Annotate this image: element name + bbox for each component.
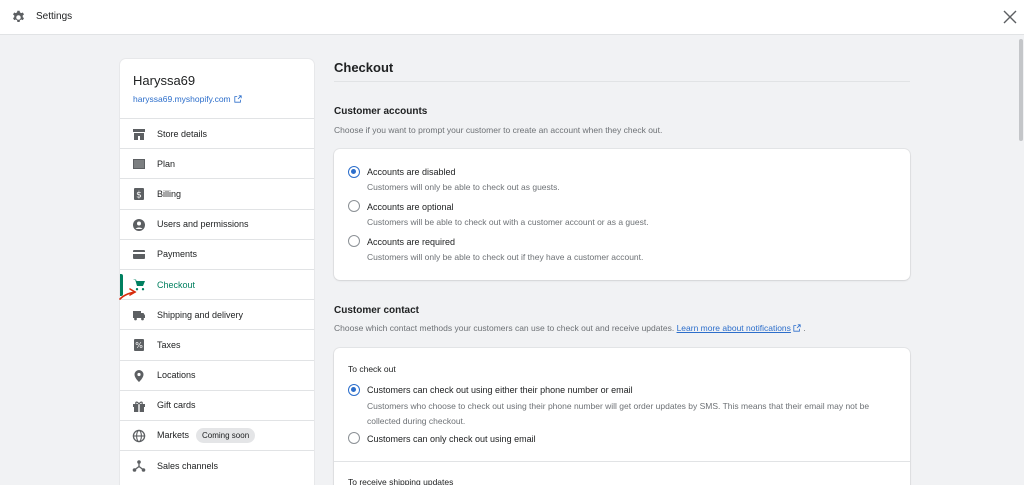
page-title: Checkout — [334, 60, 394, 75]
sidebar-item-label: Billing — [157, 188, 182, 199]
settings-nav: Store details Plan $ Billing Users and p… — [120, 118, 314, 480]
checkout-main: Checkout Customer accounts Choose if you… — [334, 35, 910, 485]
sidebar-item-label: Shipping and delivery — [157, 309, 244, 320]
radio-accounts-disabled[interactable] — [348, 166, 360, 178]
option-help: Customers will only be able to check out… — [367, 252, 644, 262]
sidebar-item-checkout[interactable]: Checkout — [120, 268, 314, 299]
title-divider — [334, 81, 910, 82]
sidebar-item-label: Gift cards — [157, 400, 196, 411]
location-icon — [134, 369, 144, 382]
payments-icon — [133, 249, 145, 259]
option-label: Accounts are optional — [367, 202, 454, 212]
option-help: Customers will only be able to check out… — [367, 182, 560, 192]
radio-accounts-required[interactable] — [348, 235, 360, 247]
sidebar-item-shipping[interactable]: Shipping and delivery — [120, 299, 314, 329]
customer-contact-card: To check out Customers can check out usi… — [334, 348, 910, 485]
sidebar-item-sales-channels[interactable]: Sales channels — [120, 450, 314, 480]
store-url-text: haryssa69.myshopify.com — [133, 94, 231, 104]
svg-text:$: $ — [136, 191, 142, 201]
radio-phone-or-email[interactable] — [348, 384, 360, 396]
user-icon — [133, 218, 145, 231]
gear-icon — [13, 10, 24, 22]
sidebar-item-gift-cards[interactable]: Gift cards — [120, 389, 314, 420]
page-scrollbar[interactable] — [1017, 35, 1024, 485]
billing-icon: $ — [134, 188, 144, 201]
sidebar-item-label: Sales channels — [157, 460, 219, 471]
sidebar-item-store-details[interactable]: Store details — [120, 118, 314, 148]
customer-contact-heading: Customer contact — [334, 305, 420, 316]
sidebar-item-label: Payments — [157, 249, 198, 260]
sidebar-item-locations[interactable]: Locations — [120, 359, 314, 390]
sidebar-item-markets[interactable]: Markets Coming soon — [120, 419, 314, 450]
close-icon[interactable] — [1002, 9, 1018, 25]
sidebar-item-label: Users and permissions — [157, 219, 249, 230]
channels-icon — [132, 460, 146, 472]
sidebar-item-label: Markets — [157, 430, 190, 441]
contact-description-text: Choose which contact methods your custom… — [334, 323, 675, 333]
to-check-out-heading: To check out — [348, 364, 396, 374]
card-divider — [334, 461, 910, 462]
top-bar: Settings — [0, 0, 1024, 35]
sidebar-item-label: Locations — [157, 370, 196, 381]
option-help: Customers who choose to check out using … — [367, 401, 870, 426]
external-link-icon — [793, 324, 801, 332]
option-label: Accounts are disabled — [367, 167, 456, 177]
radio-accounts-optional[interactable] — [348, 200, 360, 212]
sidebar-item-plan[interactable]: Plan — [120, 148, 314, 178]
option-label: Customers can check out using either the… — [367, 385, 633, 395]
option-label: Customers can only check out using email — [367, 434, 536, 444]
sidebar-item-label: Checkout — [157, 279, 196, 290]
annotation-arrow-icon — [119, 288, 137, 300]
store-url-link[interactable]: haryssa69.myshopify.com — [133, 94, 242, 104]
sidebar-item-users[interactable]: Users and permissions — [120, 208, 314, 239]
scrollbar-thumb[interactable] — [1019, 39, 1023, 141]
taxes-icon: % — [134, 339, 144, 352]
svg-text:%: % — [135, 341, 143, 350]
coming-soon-badge: Coming soon — [196, 427, 256, 443]
sidebar-item-label: Plan — [157, 158, 176, 169]
learn-more-notifications-link[interactable]: Learn more about notifications — [677, 323, 791, 333]
option-label: Accounts are required — [367, 237, 456, 247]
settings-title: Settings — [36, 11, 73, 22]
customer-accounts-card: Accounts are disabled Customers will onl… — [334, 149, 910, 280]
settings-sidebar: Haryssa69 haryssa69.myshopify.com Store … — [120, 59, 314, 485]
customer-accounts-heading: Customer accounts — [334, 106, 428, 117]
sidebar-item-label: Taxes — [157, 339, 181, 350]
store-icon — [133, 129, 145, 140]
option-help: Customers will be able to check out with… — [367, 217, 649, 227]
globe-icon — [132, 429, 146, 443]
truck-icon — [133, 311, 145, 321]
sidebar-item-taxes[interactable]: % Taxes — [120, 329, 314, 359]
radio-email-only[interactable] — [348, 432, 360, 444]
shipping-updates-heading: To receive shipping updates — [348, 477, 454, 485]
gift-icon — [133, 401, 145, 412]
external-link-icon — [234, 95, 242, 103]
plan-icon — [133, 159, 145, 170]
customer-contact-description: Choose which contact methods your custom… — [334, 323, 806, 333]
customer-accounts-description: Choose if you want to prompt your custom… — [334, 125, 663, 135]
sidebar-item-label: Store details — [157, 128, 208, 139]
store-name: Haryssa69 — [133, 73, 196, 88]
sidebar-item-billing[interactable]: $ Billing — [120, 178, 314, 208]
contact-description-end: . — [803, 323, 806, 333]
sidebar-item-payments[interactable]: Payments — [120, 238, 314, 269]
